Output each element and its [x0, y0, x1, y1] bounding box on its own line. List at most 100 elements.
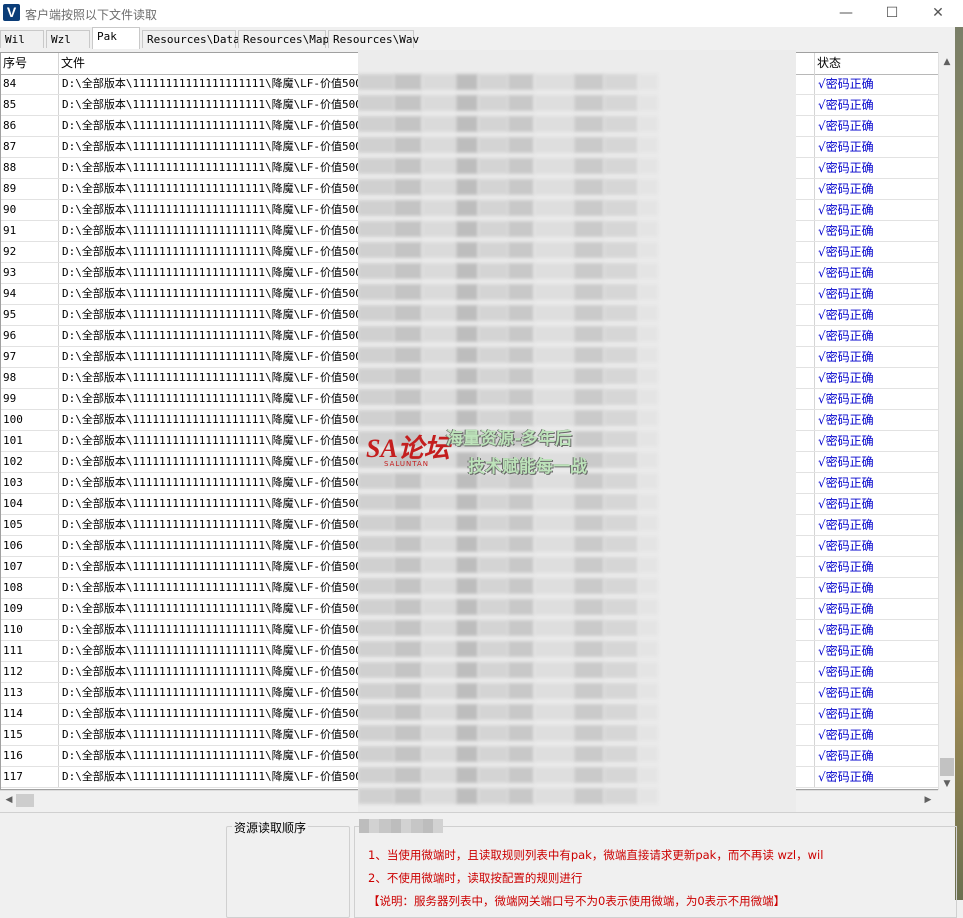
- row-status: √密码正确: [818, 308, 874, 322]
- row-number: 117: [1, 767, 59, 787]
- blur-block: [534, 284, 574, 300]
- row-number: 107: [1, 557, 59, 577]
- blur-block: [478, 515, 508, 531]
- row-status: √密码正确: [818, 476, 874, 490]
- blur-block: [422, 725, 456, 741]
- blur-block: [574, 683, 604, 699]
- blur-block: [358, 347, 394, 363]
- blur-block: [358, 494, 394, 510]
- blur-block: [422, 137, 456, 153]
- blur-block: [508, 704, 534, 720]
- blur-block: [604, 683, 638, 699]
- blur-block: [534, 305, 574, 321]
- row-number: 97: [1, 347, 59, 367]
- blur-block: [534, 515, 574, 531]
- blur-block: [478, 74, 508, 90]
- blur-block: [394, 326, 422, 342]
- minimize-button[interactable]: —: [823, 0, 869, 27]
- tab-resources-map[interactable]: Resources\Map: [238, 30, 329, 48]
- row-status: √密码正确: [818, 266, 874, 280]
- blur-block: [394, 788, 422, 804]
- blur-block: [574, 767, 604, 783]
- blur-block: [508, 578, 534, 594]
- scroll-down-icon[interactable]: ▼: [939, 776, 955, 792]
- blur-block: [478, 746, 508, 762]
- blur-block: [358, 620, 394, 636]
- blur-block: [638, 620, 658, 636]
- tab-pak[interactable]: Pak: [92, 27, 140, 49]
- blur-block: [394, 263, 422, 279]
- tab-resources-wav[interactable]: Resources\Wav: [328, 30, 419, 48]
- blur-block: [574, 137, 604, 153]
- blur-block: [422, 641, 456, 657]
- row-status: √密码正确: [818, 203, 874, 217]
- blur-block: [534, 704, 574, 720]
- row-number: 84: [1, 74, 59, 94]
- row-status: √密码正确: [818, 539, 874, 553]
- tab-resources-data[interactable]: Resources\Data: [142, 30, 240, 48]
- blur-block: [638, 746, 658, 762]
- blur-block: [422, 326, 456, 342]
- tab-wzl[interactable]: Wzl: [46, 30, 90, 48]
- row-status: √密码正确: [818, 560, 874, 574]
- blur-block: [358, 767, 394, 783]
- blur-block: [358, 95, 394, 111]
- blur-block: [638, 389, 658, 405]
- blur-block: [478, 158, 508, 174]
- blur-block: [638, 536, 658, 552]
- blur-block: [638, 431, 658, 447]
- blur-block: [422, 368, 456, 384]
- scroll-left-icon[interactable]: ◀: [1, 792, 17, 808]
- row-status: √密码正确: [818, 413, 874, 427]
- column-header-status[interactable]: 状态: [815, 53, 938, 74]
- blur-block: [638, 74, 658, 90]
- blur-block: [508, 599, 534, 615]
- row-number: 110: [1, 620, 59, 640]
- blur-block: [456, 158, 478, 174]
- blur-block: [358, 389, 394, 405]
- row-status: √密码正确: [818, 140, 874, 154]
- blur-block: [358, 725, 394, 741]
- blur-block: [422, 620, 456, 636]
- blur-block: [604, 305, 638, 321]
- vertical-scrollbar[interactable]: ▲ ▼: [938, 52, 955, 790]
- maximize-button[interactable]: ☐: [869, 0, 915, 27]
- blur-block: [422, 536, 456, 552]
- row-status: √密码正确: [818, 119, 874, 133]
- blur-block: [534, 557, 574, 573]
- blur-block: [394, 557, 422, 573]
- blur-block: [638, 788, 658, 804]
- blur-block: [604, 347, 638, 363]
- row-status: √密码正确: [818, 707, 874, 721]
- blur-block: [508, 116, 534, 132]
- app-icon: V: [3, 4, 20, 21]
- blur-block: [358, 515, 394, 531]
- blur-block: [478, 494, 508, 510]
- blur-block: [574, 515, 604, 531]
- vertical-scroll-thumb[interactable]: [940, 758, 954, 776]
- row-status: √密码正确: [818, 434, 874, 448]
- blur-block: [394, 704, 422, 720]
- blur-block: [478, 557, 508, 573]
- close-button[interactable]: ✕: [915, 0, 961, 27]
- blur-block: [508, 284, 534, 300]
- blur-block: [508, 662, 534, 678]
- blur-block: [478, 368, 508, 384]
- column-header-no[interactable]: 序号: [1, 53, 59, 74]
- blur-block: [534, 389, 574, 405]
- blur-block: [604, 242, 638, 258]
- blur-block: [422, 305, 456, 321]
- blur-block: [638, 284, 658, 300]
- blur-block: [394, 179, 422, 195]
- blur-block: [574, 221, 604, 237]
- blur-block: [604, 116, 638, 132]
- scroll-right-icon[interactable]: ▶: [920, 792, 936, 808]
- blur-block: [478, 179, 508, 195]
- horizontal-scroll-thumb[interactable]: [16, 794, 34, 807]
- row-status: √密码正确: [818, 371, 874, 385]
- blur-block: [456, 95, 478, 111]
- blur-block: [422, 494, 456, 510]
- tab-wil[interactable]: Wil: [0, 30, 44, 48]
- scroll-up-icon[interactable]: ▲: [939, 54, 955, 70]
- blur-block: [478, 620, 508, 636]
